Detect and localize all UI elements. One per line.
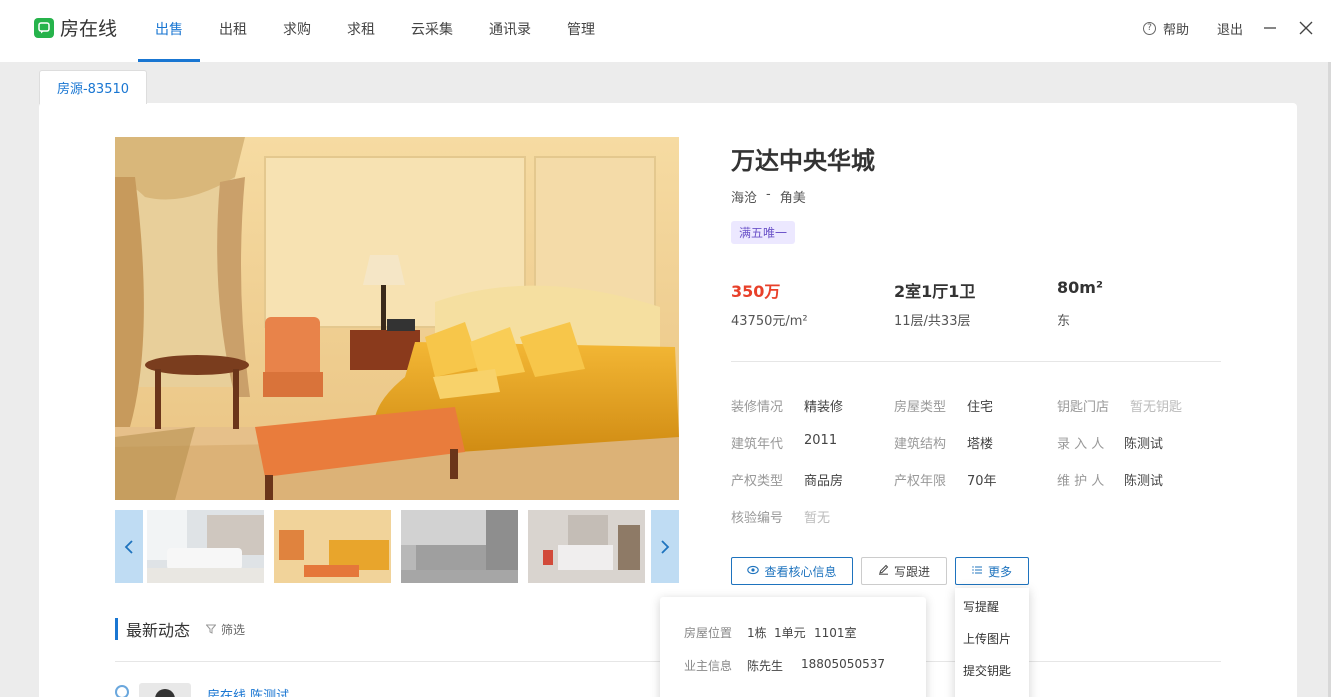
nav-item-sale[interactable]: 出售 (138, 0, 200, 62)
attr-label: 建筑结构 (894, 437, 947, 452)
attr-value: 暂无 (804, 511, 831, 526)
attr-value: 塔楼 (967, 437, 994, 452)
unit-price: 43750元/m² (731, 314, 808, 329)
location-label: 房屋位置 (684, 626, 733, 640)
app-logo[interactable]: 房在线 (34, 14, 117, 41)
nav-item-want-rent[interactable]: 求租 (330, 0, 392, 62)
owner-label: 业主信息 (684, 659, 733, 673)
attr-label: 钥匙门店 (1057, 400, 1110, 415)
tab-listing[interactable]: 房源-83510 (39, 70, 147, 104)
attr-value: 70年 (967, 474, 997, 489)
orientation: 东 (1057, 314, 1071, 329)
price: 350万 (731, 282, 781, 301)
filter-button[interactable]: 筛选 (205, 621, 246, 638)
district: 海沧 (731, 191, 758, 206)
chevron-left-icon[interactable] (115, 510, 143, 583)
owner-name: 陈先生 (747, 659, 784, 673)
question-circle-icon: ? (1142, 21, 1156, 35)
help-label: 帮助 (1162, 22, 1189, 38)
top-bar: 房在线 出售 出租 求购 求租 云采集 通讯录 管理 ? 帮助 退出 (0, 0, 1331, 62)
location-unit: 1单元 (774, 626, 806, 640)
attr-label: 建筑年代 (731, 437, 784, 452)
property-title: 万达中央华城 (731, 147, 875, 175)
owner-phone: 18805050537 (801, 657, 885, 671)
attr-label: 房屋类型 (894, 400, 947, 415)
view-core-info-label: 查看核心信息 (764, 564, 837, 579)
section-accent-bar (115, 618, 118, 640)
close-icon[interactable] (1295, 17, 1317, 39)
photo-thumbnail[interactable] (401, 510, 518, 583)
photo-thumbnail[interactable] (147, 510, 264, 583)
list-icon (972, 565, 983, 578)
nav-item-want-buy[interactable]: 求购 (266, 0, 328, 62)
attr-value: 住宅 (967, 400, 994, 415)
info-divider (731, 361, 1221, 362)
more-label: 更多 (987, 564, 1012, 579)
help-button[interactable]: ? 帮助 (1142, 19, 1189, 38)
nav-item-cloud-collect[interactable]: 云采集 (394, 0, 470, 62)
nav-item-contacts[interactable]: 通讯录 (472, 0, 548, 62)
avatar (139, 683, 191, 697)
menu-item-upload-photos[interactable]: 上传图片 (963, 630, 1011, 647)
funnel-icon (205, 623, 217, 637)
section-title: 最新动态 (126, 621, 191, 640)
location-separator: - (766, 187, 771, 202)
location-building: 1栋 (747, 626, 767, 640)
write-follow-up-button[interactable]: 写跟进 (861, 557, 947, 585)
attr-label: 核验编号 (731, 511, 784, 526)
floor-info: 11层/共33层 (894, 314, 971, 329)
attr-label: 维 护 人 (1057, 474, 1105, 489)
attr-label: 装修情况 (731, 400, 784, 415)
view-core-info-button[interactable]: 查看核心信息 (731, 557, 853, 585)
photo-thumbnail[interactable] (528, 510, 645, 583)
minimize-icon[interactable] (1259, 17, 1281, 39)
nav-item-rent[interactable]: 出租 (202, 0, 264, 62)
attr-label: 录 入 人 (1057, 437, 1105, 452)
logout-button[interactable]: 退出 (1217, 19, 1243, 38)
more-dropdown-menu: 写提醒 上传图片 提交钥匙 (955, 588, 1029, 697)
main-property-photo[interactable] (115, 137, 679, 500)
area: 角美 (779, 191, 806, 206)
photo-thumbnail[interactable] (274, 510, 391, 583)
attr-label: 产权类型 (731, 474, 784, 489)
menu-item-write-reminder[interactable]: 写提醒 (963, 598, 999, 615)
activity-author[interactable]: 房在线 陈测试 (207, 685, 289, 697)
pencil-icon (878, 564, 889, 578)
attr-value: 精装修 (804, 400, 844, 415)
core-info-popover: 房屋位置 1栋 1单元 1101室 业主信息 陈先生 18805050537 (660, 597, 926, 697)
chevron-right-icon[interactable] (651, 510, 679, 583)
room-layout: 2室1厅1卫 (894, 282, 976, 301)
floor-area: 80m² (1057, 278, 1103, 297)
chat-bubble-icon (34, 17, 54, 38)
attr-label: 产权年限 (894, 474, 947, 489)
more-button[interactable]: 更多 (955, 557, 1029, 585)
attr-value: 陈测试 (1124, 437, 1164, 452)
eye-icon (747, 565, 760, 578)
latest-activity-heading: 最新动态 (115, 617, 190, 641)
attr-value: 暂无钥匙 (1130, 400, 1183, 415)
write-follow-up-label: 写跟进 (893, 564, 930, 579)
tag-badge: 满五唯一 (731, 221, 796, 244)
main-nav: 出售 出租 求购 求租 云采集 通讯录 管理 (138, 0, 614, 62)
activity-type-icon (115, 685, 129, 697)
photo-thumbnail-strip (115, 510, 679, 583)
attr-value: 商品房 (804, 474, 844, 489)
location-room: 1101室 (814, 626, 857, 640)
attr-value: 陈测试 (1124, 474, 1164, 489)
attr-value: 2011 (804, 433, 838, 448)
menu-item-submit-key[interactable]: 提交钥匙 (963, 662, 1011, 679)
app-name: 房在线 (60, 18, 118, 40)
top-right-controls: ? 帮助 退出 (1142, 0, 1331, 56)
filter-label: 筛选 (221, 623, 246, 637)
property-location: 海沧 - 角美 (731, 187, 806, 206)
nav-item-manage[interactable]: 管理 (550, 0, 612, 62)
